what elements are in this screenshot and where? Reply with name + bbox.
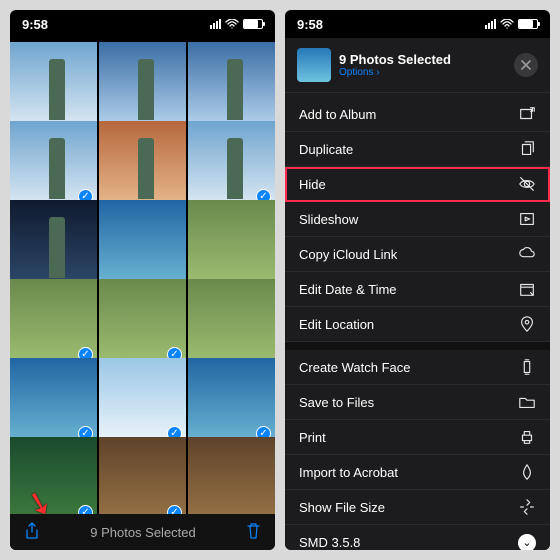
wifi-icon [500, 19, 514, 29]
action-import-to-acrobat[interactable]: Import to Acrobat [285, 455, 550, 490]
photo-thumb[interactable]: ✓ [188, 121, 275, 208]
photo-thumb[interactable]: ✓ [99, 279, 186, 366]
action-label: Save to Files [299, 395, 374, 410]
action-show-file-size[interactable]: Show File Size [285, 490, 550, 525]
status-bar: 9:58 [10, 10, 275, 38]
photo-thumb[interactable] [188, 437, 275, 514]
photo-thumb[interactable] [188, 200, 275, 287]
sheet-header: 9 Photos Selected Options [285, 38, 550, 93]
signal-icon [485, 19, 496, 29]
slideshow-icon [518, 210, 536, 228]
photo-thumb[interactable]: ✓ [10, 358, 97, 445]
close-icon [521, 60, 531, 70]
photo-thumb[interactable]: ✓ [10, 279, 97, 366]
status-right [210, 19, 263, 29]
photo-thumb[interactable] [10, 200, 97, 287]
acrobat-icon [518, 463, 536, 481]
hide-icon [518, 175, 536, 193]
action-label: Create Watch Face [299, 360, 411, 375]
action-label: Duplicate [299, 142, 353, 157]
action-label: Import to Acrobat [299, 465, 398, 480]
action-add-to-album[interactable]: Add to Album [285, 97, 550, 132]
calendar-icon [518, 280, 536, 298]
action-smd-3-5-8[interactable]: SMD 3.5.8 ⌄ [285, 525, 550, 550]
photo-thumb[interactable] [99, 200, 186, 287]
cloud-icon [518, 245, 536, 263]
options-button[interactable]: Options [339, 67, 451, 78]
action-duplicate[interactable]: Duplicate [285, 132, 550, 167]
close-button[interactable] [514, 53, 538, 77]
selection-count: 9 Photos Selected [90, 525, 196, 540]
action-label: Copy iCloud Link [299, 247, 397, 262]
action-copy-icloud-link[interactable]: Copy iCloud Link [285, 237, 550, 272]
share-sheet-screen: 9:58 9 Photos Selected Options Add to Al… [285, 10, 550, 550]
status-right [485, 19, 538, 29]
status-time: 9:58 [297, 17, 323, 32]
photo-thumb[interactable] [188, 42, 275, 129]
photo-thumb[interactable]: ✓ [99, 437, 186, 514]
action-print[interactable]: Print [285, 420, 550, 455]
photo-thumb[interactable] [10, 42, 97, 129]
action-edit-date-time[interactable]: Edit Date & Time [285, 272, 550, 307]
photo-thumb[interactable] [99, 121, 186, 208]
status-bar: 9:58 [285, 10, 550, 38]
battery-icon [518, 19, 538, 29]
photos-select-screen: 9:58 Recents Cancel ✓✓✓✓✓✓✓✓✓ ➘ 9 Photos… [10, 10, 275, 550]
photo-thumb[interactable]: ✓ [99, 358, 186, 445]
folder-icon [518, 393, 536, 411]
action-label: Add to Album [299, 107, 376, 122]
action-hide[interactable]: Hide [285, 167, 550, 202]
action-label: Slideshow [299, 212, 358, 227]
action-label: Print [299, 430, 326, 445]
action-label: SMD 3.5.8 [299, 535, 360, 550]
print-icon [518, 428, 536, 446]
status-time: 9:58 [22, 17, 48, 32]
trash-button[interactable] [246, 523, 261, 542]
selection-toolbar: 9 Photos Selected [10, 514, 275, 550]
chev-icon: ⌄ [518, 534, 536, 551]
action-slideshow[interactable]: Slideshow [285, 202, 550, 237]
photo-thumb[interactable]: ✓ [10, 437, 97, 514]
share-sheet: 9 Photos Selected Options Add to Album Du… [285, 38, 550, 550]
sheet-title: 9 Photos Selected [339, 52, 451, 67]
action-label: Show File Size [299, 500, 385, 515]
album-icon [518, 105, 536, 123]
photo-thumb[interactable] [99, 42, 186, 129]
share-button[interactable] [24, 522, 40, 543]
selected-check-icon: ✓ [167, 505, 182, 514]
signal-icon [210, 19, 221, 29]
location-icon [518, 315, 536, 333]
selected-check-icon: ✓ [78, 505, 93, 514]
photo-grid: ✓✓✓✓✓✓✓✓✓ [10, 42, 275, 514]
action-edit-location[interactable]: Edit Location [285, 307, 550, 342]
wifi-icon [225, 19, 239, 29]
sheet-thumbnail [297, 48, 331, 82]
battery-icon [243, 19, 263, 29]
photo-thumb[interactable] [188, 279, 275, 366]
filesize-icon [518, 498, 536, 516]
photo-thumb[interactable]: ✓ [188, 358, 275, 445]
action-save-to-files[interactable]: Save to Files [285, 385, 550, 420]
share-icon [24, 522, 40, 540]
action-label: Edit Location [299, 317, 374, 332]
watch-icon [518, 358, 536, 376]
trash-icon [246, 523, 261, 539]
action-label: Hide [299, 177, 326, 192]
duplicate-icon [518, 140, 536, 158]
action-list: Add to Album Duplicate Hide Slideshow Copy i… [285, 93, 550, 550]
photo-thumb[interactable]: ✓ [10, 121, 97, 208]
action-create-watch-face[interactable]: Create Watch Face [285, 350, 550, 385]
action-label: Edit Date & Time [299, 282, 397, 297]
